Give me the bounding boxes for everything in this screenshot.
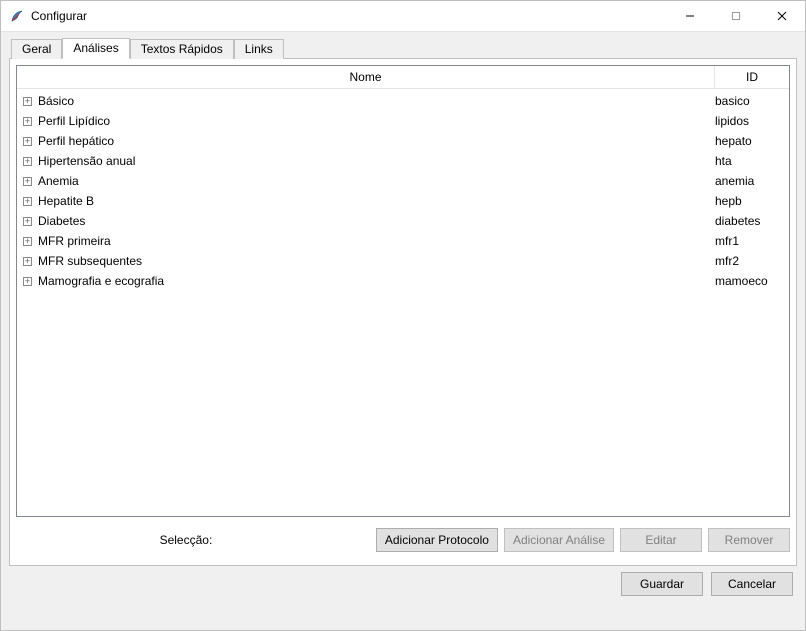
row-id: mfr1 [715, 231, 789, 251]
row-name: MFR subsequentes [38, 251, 715, 271]
row-name: Mamografia e ecografia [38, 271, 715, 291]
row-id: mamoeco [715, 271, 789, 291]
row-name: MFR primeira [38, 231, 715, 251]
row-id: lipidos [715, 111, 789, 131]
title-bar[interactable]: Configurar [1, 1, 805, 32]
tree-body[interactable]: + Básicobasico + Perfil Lipídicolipidos + Per… [17, 89, 789, 516]
selection-bar: Selecção: Adicionar Protocolo Adicionar … [16, 517, 790, 559]
tab-geral[interactable]: Geral [11, 39, 62, 59]
row-id: anemia [715, 171, 789, 191]
row-id: basico [715, 91, 789, 111]
expand-icon[interactable]: + [23, 177, 32, 186]
row-name: Anemia [38, 171, 715, 191]
minimize-button[interactable] [667, 1, 713, 31]
close-button[interactable] [759, 1, 805, 31]
row-id: mfr2 [715, 251, 789, 271]
table-row[interactable]: + Diabetesdiabetes [17, 211, 789, 231]
column-header-nome[interactable]: Nome [17, 66, 715, 88]
cancel-button[interactable]: Cancelar [711, 572, 793, 596]
expand-icon[interactable]: + [23, 97, 32, 106]
selection-label: Selecção: [160, 533, 233, 547]
expand-icon[interactable]: + [23, 117, 32, 126]
dialog-footer: Guardar Cancelar [9, 566, 797, 596]
tree-header: Nome ID [17, 66, 789, 89]
table-row[interactable]: + Básicobasico [17, 91, 789, 111]
table-row[interactable]: + Mamografia e ecografiamamoeco [17, 271, 789, 291]
expand-icon[interactable]: + [23, 277, 32, 286]
row-id: hepato [715, 131, 789, 151]
table-row[interactable]: + Hepatite Bhepb [17, 191, 789, 211]
add-protocol-button[interactable]: Adicionar Protocolo [376, 528, 498, 552]
expand-icon[interactable]: + [23, 257, 32, 266]
table-row[interactable]: + MFR subsequentesmfr2 [17, 251, 789, 271]
row-id: hepb [715, 191, 789, 211]
feather-icon [9, 8, 25, 24]
expand-icon[interactable]: + [23, 137, 32, 146]
row-name: Diabetes [38, 211, 715, 231]
table-row[interactable]: + Hipertensão anualhta [17, 151, 789, 171]
tab-analises[interactable]: Análises [62, 38, 129, 59]
table-row[interactable]: + Perfil Lipídicolipidos [17, 111, 789, 131]
row-name: Perfil Lipídico [38, 111, 715, 131]
expand-icon[interactable]: + [23, 197, 32, 206]
row-id: hta [715, 151, 789, 171]
column-header-id[interactable]: ID [715, 66, 789, 88]
expand-icon[interactable]: + [23, 157, 32, 166]
expand-icon[interactable]: + [23, 237, 32, 246]
tab-strip: Geral Análises Textos Rápidos Links [11, 36, 797, 58]
row-name: Básico [38, 91, 715, 111]
expand-icon[interactable]: + [23, 217, 32, 226]
tab-textos-rapidos[interactable]: Textos Rápidos [130, 39, 234, 59]
client-area: Geral Análises Textos Rápidos Links Nome… [1, 32, 805, 630]
window-title: Configurar [31, 9, 87, 23]
window-controls [667, 1, 805, 31]
row-name: Hipertensão anual [38, 151, 715, 171]
table-row[interactable]: + Anemiaanemia [17, 171, 789, 191]
remove-button[interactable]: Remover [708, 528, 790, 552]
config-window: Configurar Geral Análises Textos Rápidos… [0, 0, 806, 631]
row-id: diabetes [715, 211, 789, 231]
table-row[interactable]: + MFR primeiramfr1 [17, 231, 789, 251]
add-analysis-button[interactable]: Adicionar Análise [504, 528, 614, 552]
table-row[interactable]: + Perfil hepáticohepato [17, 131, 789, 151]
row-name: Hepatite B [38, 191, 715, 211]
edit-button[interactable]: Editar [620, 528, 702, 552]
row-name: Perfil hepático [38, 131, 715, 151]
save-button[interactable]: Guardar [621, 572, 703, 596]
maximize-button[interactable] [713, 1, 759, 31]
protocol-tree[interactable]: Nome ID + Básicobasico + Perfil Lipídicolip… [16, 65, 790, 517]
tab-page-analises: Nome ID + Básicobasico + Perfil Lipídicolip… [9, 58, 797, 566]
tab-links[interactable]: Links [234, 39, 284, 59]
